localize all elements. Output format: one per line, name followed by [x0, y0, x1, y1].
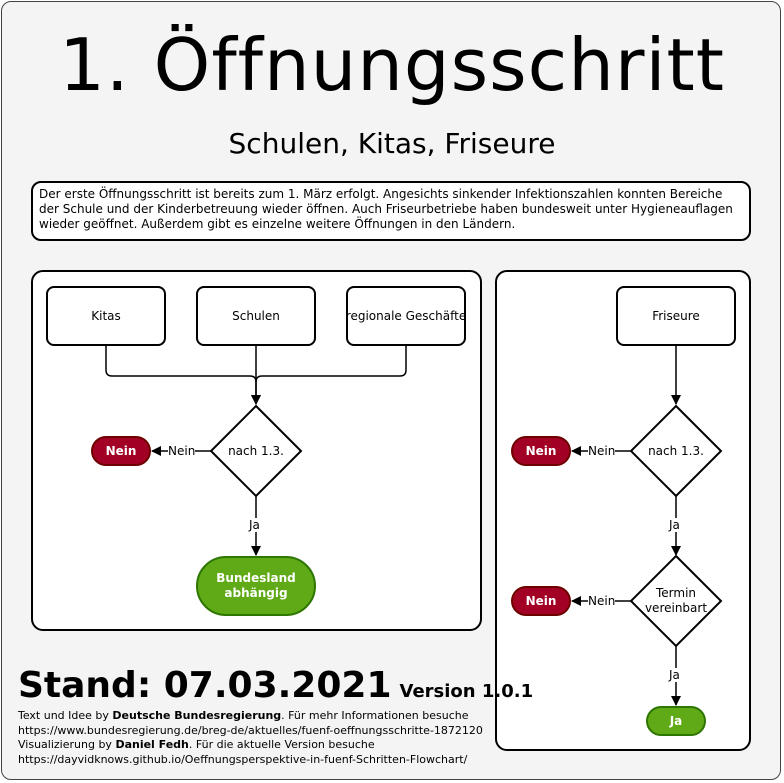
box-kitas: Kitas: [46, 286, 166, 346]
stand-date: Stand: 07.03.2021 Version 1.0.1: [18, 664, 533, 714]
connector-kitas: [105, 346, 261, 405]
right-yes-edge2-label: Ja: [669, 668, 680, 682]
credits-author-2: Daniel Fedh: [115, 738, 189, 751]
credits-author-1: Deutsche Bundesregierung: [112, 709, 282, 722]
box-regionale-geschaefte: regionale Geschäfte: [346, 286, 466, 346]
credits-line-3: Visualizierung by Daniel Fedh. Für die a…: [18, 738, 375, 751]
box-schulen: Schulen: [196, 286, 316, 346]
left-no-edge-label: Nein: [168, 444, 196, 458]
right-yes-result: Ja: [646, 706, 706, 736]
right-no-result2: Nein: [511, 586, 571, 616]
credits: Text und Idee by Deutsche Bundesregierun…: [18, 709, 488, 767]
version-label: Version 1.0.1: [399, 681, 534, 702]
credits-link-2[interactable]: https://dayvidknows.github.io/Oeffnungsp…: [18, 753, 488, 768]
right-no-edge1-label: Nein: [588, 444, 616, 458]
stand-text: Stand: 07.03.2021: [18, 665, 392, 706]
right-no-edge2-label: Nein: [588, 594, 616, 608]
credits-line-1: Text und Idee by Deutsche Bundesregierun…: [18, 709, 469, 722]
credits-link-1[interactable]: https://www.bundesregierung.de/breg-de/a…: [18, 724, 488, 739]
right-decision1-label: nach 1.3.: [648, 443, 704, 458]
box-friseure: Friseure: [616, 286, 736, 346]
connector-geschaefte: [255, 346, 407, 383]
left-yes-edge-label: Ja: [249, 518, 260, 532]
left-yes-result: Bundesland abhängig: [196, 556, 316, 616]
left-decision-label: nach 1.3.: [228, 443, 284, 458]
right-yes-edge1-label: Ja: [669, 518, 680, 532]
left-no-result: Nein: [91, 436, 151, 466]
right-no-result1: Nein: [511, 436, 571, 466]
right-decision2-label: Termin vereinbart: [644, 586, 708, 615]
